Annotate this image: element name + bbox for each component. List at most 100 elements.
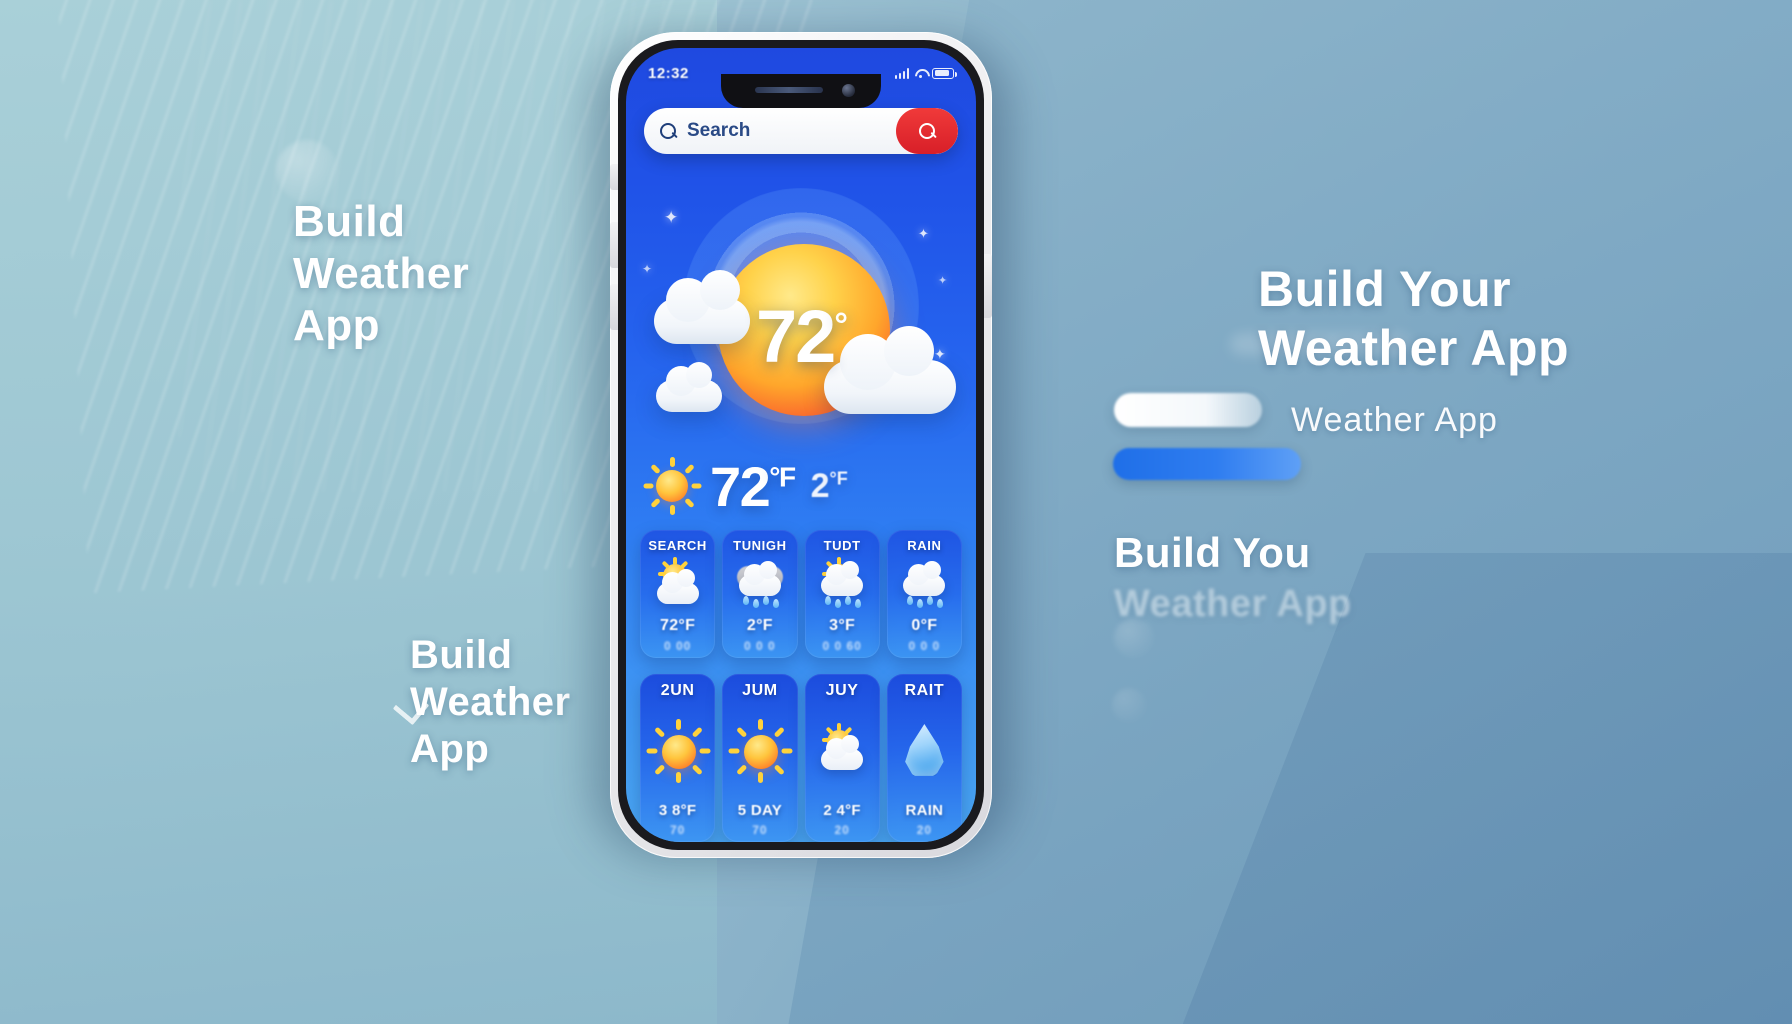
status-bar: 12:32 — [626, 60, 976, 86]
rain-drop-icon — [772, 599, 779, 608]
sun-ray — [675, 772, 681, 783]
forecast-card-sub: 20 — [834, 823, 850, 837]
rain-drop-icon — [825, 596, 832, 605]
sun-ray — [675, 719, 681, 730]
sun-ray — [728, 748, 740, 754]
forecast-card-sub: 0 0 0 — [908, 639, 941, 653]
search-input[interactable]: Search — [687, 120, 896, 142]
current-temperature-value: 72 — [710, 454, 771, 518]
search-bar[interactable]: Search — [644, 108, 958, 154]
rain-cloud-icon — [897, 561, 951, 608]
forecast-card[interactable]: RAIN 0°F 0 0 0 — [886, 530, 962, 658]
daily-forecast-row: 2UN 3 8°F 70 JUM 5 DAY 70 JUY 2 4°F 20 RAIT RAIN 20 — [640, 674, 962, 842]
sparkle-icon: ✦ — [918, 226, 929, 241]
rain-drop-icon — [762, 596, 769, 605]
sun-cloud-icon — [815, 723, 869, 774]
sun-disc — [661, 735, 696, 769]
forecast-card-value: RAIN — [905, 802, 944, 819]
forecast-card-icon — [887, 553, 962, 617]
cloud-shape — [821, 735, 864, 770]
forecast-card-sub: 0 0 0 — [744, 639, 776, 653]
forecast-card[interactable]: TUNIGH 2°F 0 0 0 — [722, 530, 798, 658]
sun-disc — [656, 470, 688, 502]
forecast-card[interactable]: JUM 5 DAY 70 — [722, 674, 798, 842]
status-icons — [894, 67, 957, 79]
forecast-card-label: TUNIGH — [733, 538, 787, 553]
forecast-card-icon — [805, 553, 880, 617]
right-heading-text: Build Your Weather App — [1258, 261, 1570, 376]
forecast-card[interactable]: TUDT 3°F 0 0 60 — [804, 530, 880, 658]
sun-ray — [773, 726, 785, 738]
sun-ray — [735, 764, 748, 776]
sun-ray — [670, 505, 675, 515]
right-mid-heading-text: Build You Weather App — [1114, 528, 1352, 626]
water-drop-icon — [905, 724, 944, 776]
rain-drop-icon — [917, 599, 924, 608]
cloud-shape — [656, 569, 699, 604]
forecast-card-icon — [722, 700, 797, 802]
rain-drop-icon — [855, 599, 862, 608]
sun-ray — [679, 560, 689, 570]
cloud-shape — [821, 561, 864, 596]
sun-ray — [653, 726, 666, 738]
rain-drop-icon — [845, 596, 852, 605]
ghost-search-pill — [1114, 393, 1262, 427]
forecast-card-label: SEARCH — [648, 538, 707, 553]
current-conditions-row: 72°F 2°F — [626, 446, 976, 526]
forecast-card-value: 2 4°F — [823, 802, 861, 819]
sun-ray — [643, 483, 654, 489]
sparkle-icon: ✦ — [938, 275, 948, 287]
sun-rain-icon — [815, 557, 869, 608]
search-icon — [660, 122, 677, 140]
hero-degree-symbol: ° — [834, 306, 848, 345]
sun-icon — [728, 719, 793, 783]
forecast-card-value: 5 DAY — [737, 802, 783, 819]
right-mid-ghost-label: Weather App — [1114, 582, 1352, 625]
forecast-card-value: 2°F — [746, 617, 773, 634]
forecast-card-label: JUM — [742, 682, 778, 699]
wifi-icon — [914, 68, 927, 78]
forecast-card-sub: 20 — [916, 823, 933, 837]
forecast-card[interactable]: JUY 2 4°F 20 — [804, 674, 880, 842]
sun-ray — [691, 726, 703, 738]
forecast-card-value: 3°F — [829, 617, 856, 634]
search-icon — [918, 122, 936, 140]
bottom-heading-label: Build Weather App — [410, 633, 571, 772]
forecast-card[interactable]: 2UN 3 8°F 70 — [640, 674, 716, 842]
sun-ray — [672, 557, 677, 565]
forecast-card[interactable]: RAIT RAIN 20 — [886, 674, 962, 842]
forecast-card-icon — [640, 700, 715, 802]
forecast-card-value: 3 8°F — [658, 802, 697, 819]
rain-drop-icon — [742, 596, 749, 605]
sun-cloud-icon — [651, 557, 705, 608]
forecast-card-label: 2UN — [660, 682, 695, 699]
forecast-card-label: RAIT — [904, 682, 945, 699]
phone-mockup: 12:32 Search 72 ° ✦ ✦ ✦ ✦ ✦ 72°F 2°F SEAR… — [584, 22, 1018, 858]
cloud-shape — [738, 561, 781, 596]
forecast-card-label: RAIN — [907, 538, 942, 553]
current-temperature: 72°F — [710, 454, 796, 519]
bottom-heading-text: Build Weather App — [392, 632, 571, 774]
forecast-card-icon — [722, 553, 797, 617]
left-heading-text: Build Weather App — [293, 197, 470, 350]
forecast-card-value: 72°F — [660, 617, 696, 634]
cloud-icon — [656, 362, 722, 412]
phone-screen: 12:32 Search 72 ° ✦ ✦ ✦ ✦ ✦ 72°F 2°F SEAR… — [626, 48, 976, 842]
sun-ray — [653, 764, 666, 776]
search-submit-button[interactable] — [896, 108, 958, 154]
signal-bars-icon — [894, 67, 909, 79]
forecast-card-sub: 0 00 — [663, 639, 692, 653]
sun-ray — [684, 497, 695, 509]
forecast-card[interactable]: SEARCH 72°F 0 00 — [640, 530, 716, 658]
sun-icon — [642, 456, 702, 516]
sun-ray — [691, 764, 703, 776]
right-mid-label: Build You — [1114, 529, 1311, 576]
rain-drop-icon — [927, 596, 934, 605]
sun-disc — [743, 735, 778, 769]
sun-ray — [670, 457, 675, 467]
forecast-card-sub: 70 — [752, 823, 768, 837]
sun-ray — [646, 748, 658, 754]
right-subtitle-text: Weather App — [1291, 401, 1498, 439]
sparkle-icon: ✦ — [664, 208, 679, 227]
forecast-card-label: TUDT — [823, 538, 861, 553]
